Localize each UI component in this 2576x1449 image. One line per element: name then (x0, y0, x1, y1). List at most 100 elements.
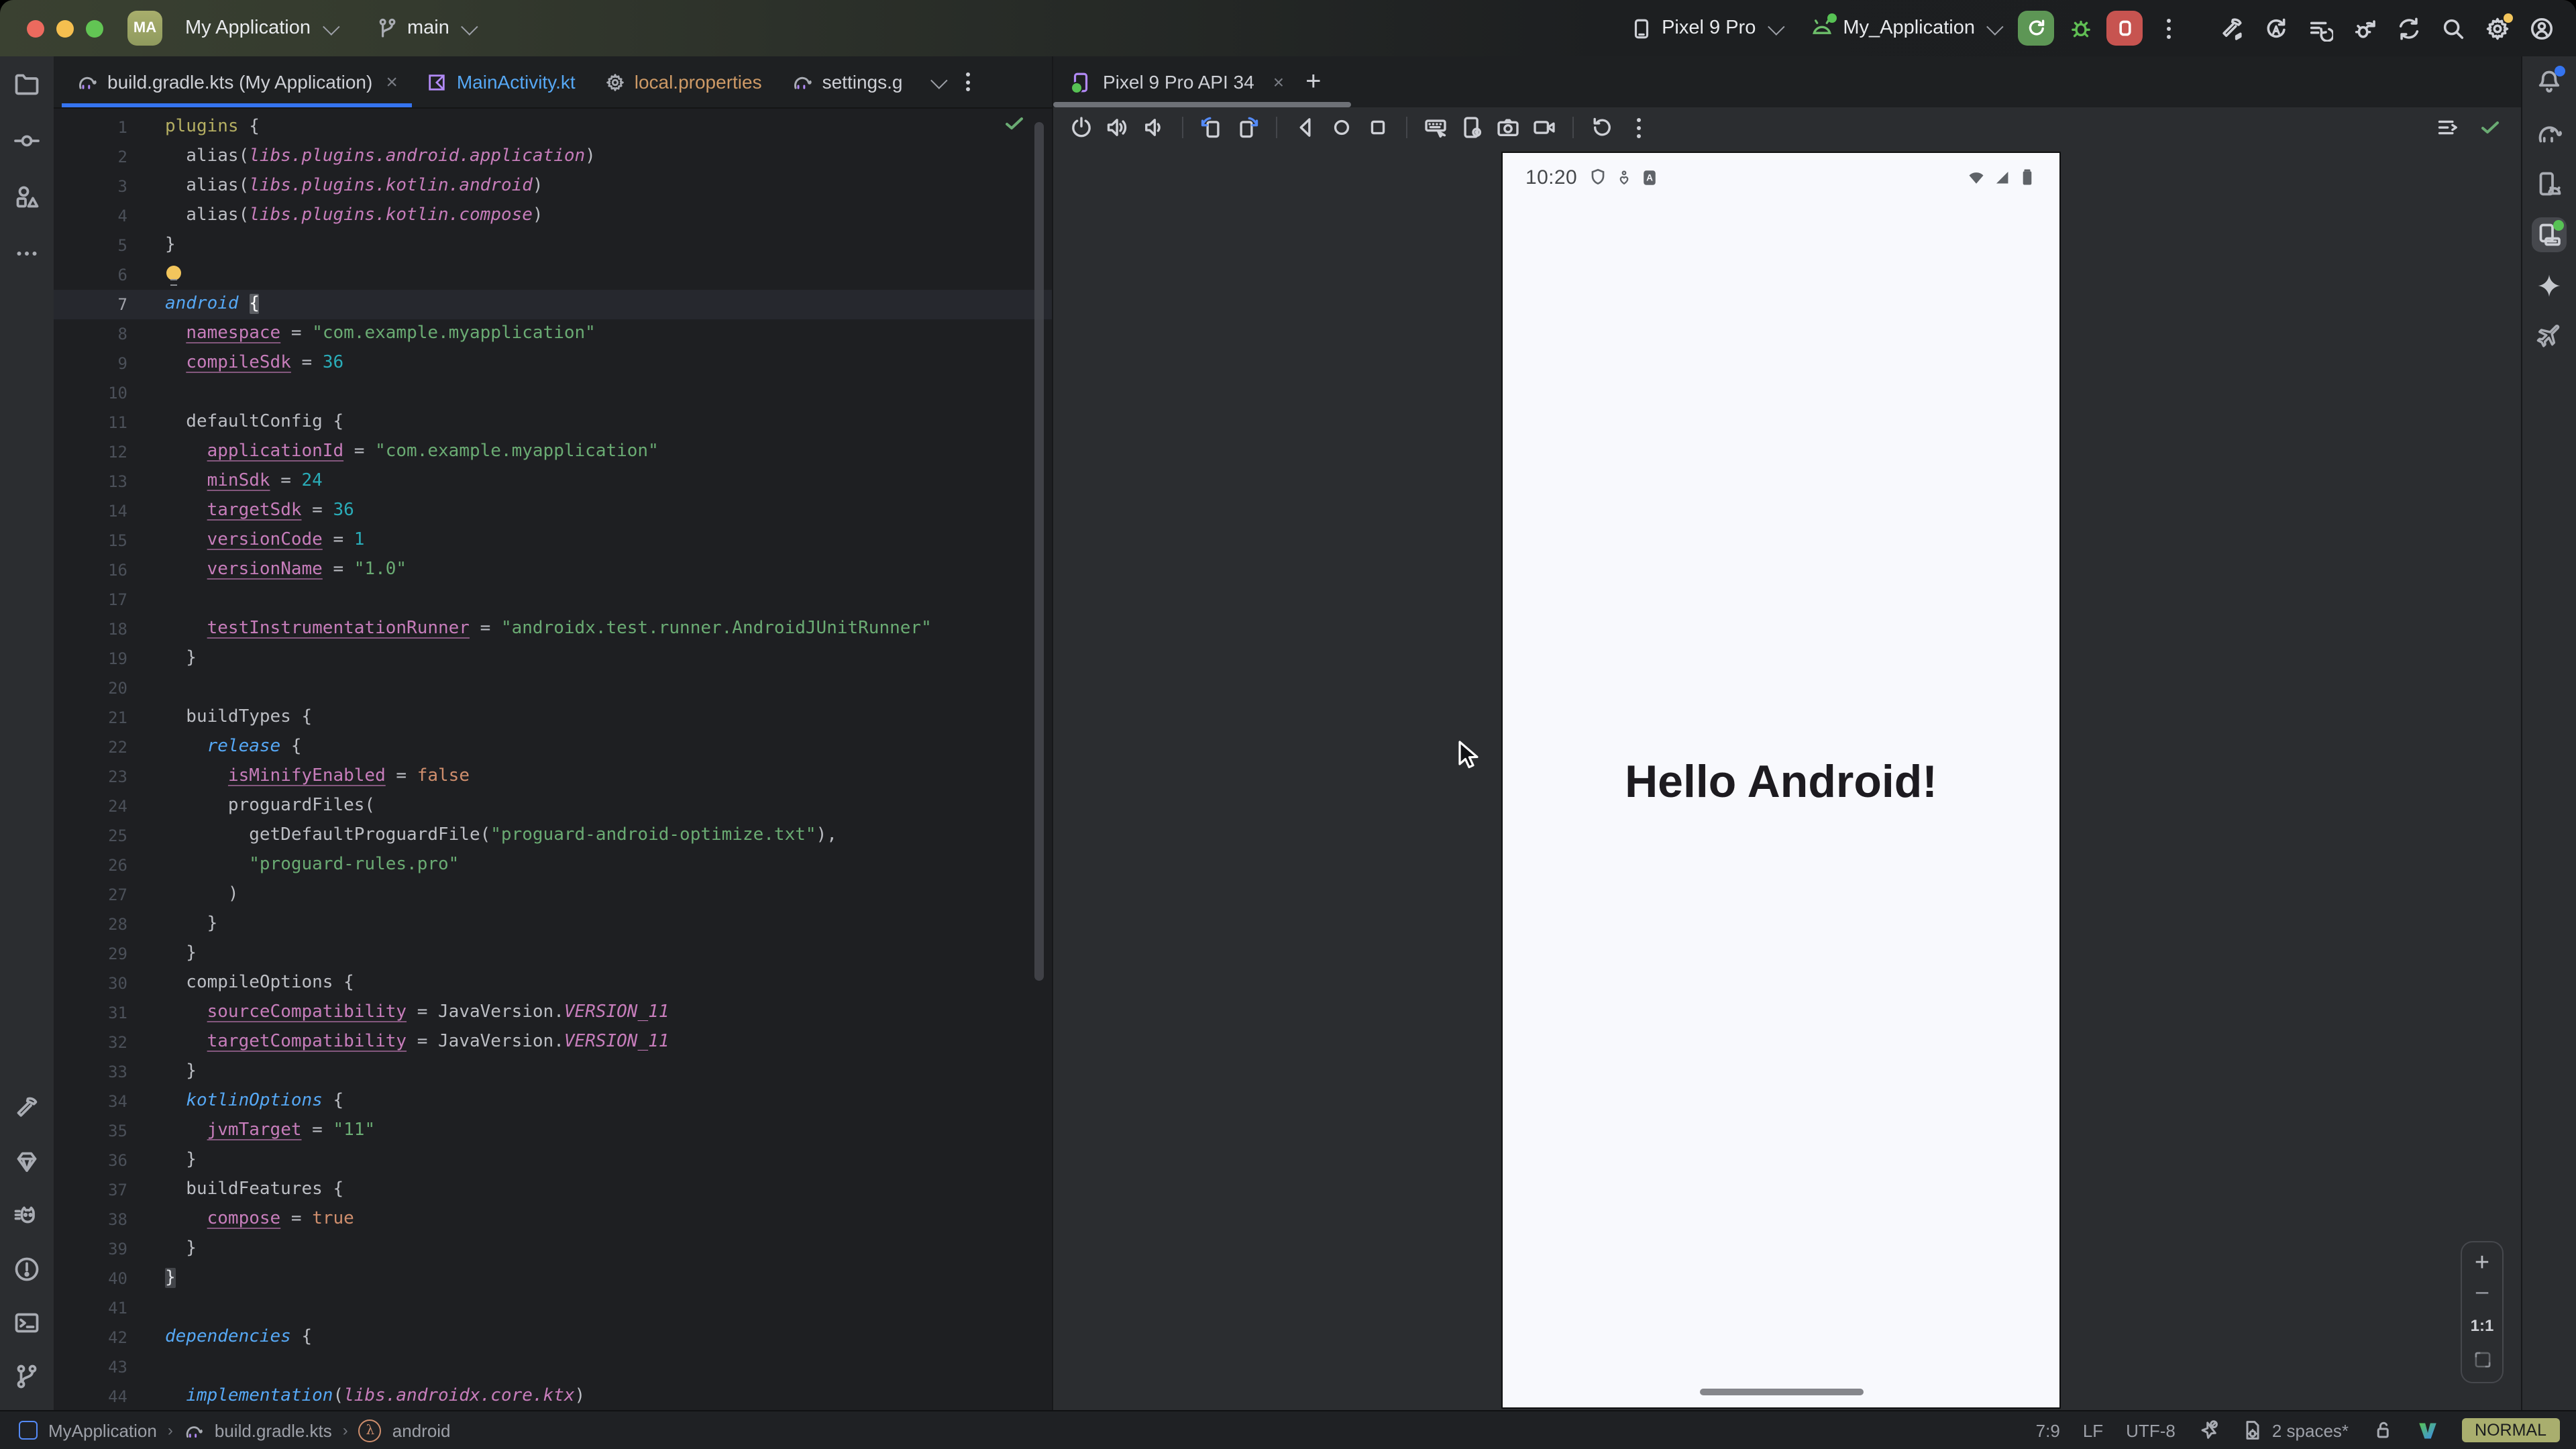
caret-position-widget[interactable]: 7:9 (2036, 1420, 2060, 1440)
close-tab-icon[interactable]: × (386, 70, 398, 93)
commit-tool-button[interactable] (9, 123, 44, 158)
gradle-tool-button[interactable] (2532, 115, 2567, 150)
debug-button[interactable] (2062, 11, 2098, 46)
tab-local-properties[interactable]: local.properties (590, 56, 777, 107)
build-tool-button[interactable] (9, 1091, 44, 1126)
code-line[interactable]: 8 namespace = "com.example.myapplication… (54, 319, 1052, 349)
reset-icon[interactable] (1590, 115, 1614, 140)
code-line[interactable]: 19 } (54, 644, 1052, 674)
code-line[interactable]: 18 testInstrumentationRunner = "androidx… (54, 614, 1052, 644)
indent-widget[interactable]: 2 spaces* (2243, 1419, 2349, 1441)
add-device-tab-button[interactable]: + (1305, 66, 1321, 97)
breadcrumb-project[interactable]: MyApplication (48, 1420, 157, 1440)
app-quality-insights-tool-button[interactable] (9, 1144, 44, 1179)
profiler-button[interactable] (2347, 11, 2383, 46)
rerun-button[interactable] (2018, 11, 2054, 46)
ui-check-icon[interactable] (2436, 115, 2461, 140)
code-line[interactable]: 7android { (54, 290, 1052, 319)
code-line[interactable]: 17 (54, 585, 1052, 614)
device-more-kebab-icon[interactable] (1626, 117, 1650, 138)
notifications-tool-button[interactable] (2532, 64, 2567, 99)
code-line[interactable]: 29 } (54, 939, 1052, 969)
tab-options-kebab-icon[interactable] (956, 72, 980, 91)
code-line[interactable]: 5} (54, 231, 1052, 260)
breadcrumb-file[interactable]: build.gradle.kts (215, 1420, 332, 1440)
stop-button[interactable] (2106, 11, 2143, 46)
apply-changes-button[interactable] (2258, 11, 2294, 46)
screenshot-camera-icon[interactable] (1496, 115, 1520, 140)
device-selector[interactable]: Pixel 9 Pro (1619, 8, 1790, 48)
code-line[interactable]: 12 applicationId = "com.example.myapplic… (54, 437, 1052, 467)
device-settings-icon[interactable] (1460, 115, 1484, 140)
code-line[interactable]: 21 buildTypes { (54, 703, 1052, 733)
code-line[interactable]: 28 } (54, 910, 1052, 939)
code-line[interactable]: 27 ) (54, 880, 1052, 910)
logcat-tool-button[interactable] (9, 1198, 44, 1233)
account-button[interactable] (2524, 11, 2560, 46)
line-ending-widget[interactable]: LF (2083, 1420, 2103, 1440)
assistant-tool-button[interactable] (2532, 319, 2567, 354)
virtual-keyboard-icon[interactable] (1424, 115, 1448, 140)
code-line[interactable]: 34 kotlinOptions { (54, 1087, 1052, 1116)
more-tool-windows-button[interactable] (9, 236, 44, 271)
code-line[interactable]: 33 } (54, 1057, 1052, 1087)
code-line[interactable]: 35 jvmTarget = "11" (54, 1116, 1052, 1146)
more-run-options-button[interactable] (2151, 11, 2187, 46)
code-line[interactable]: 42dependencies { (54, 1323, 1052, 1352)
code-line[interactable]: 26 "proguard-rules.pro" (54, 851, 1052, 880)
intention-bulb-icon[interactable] (166, 266, 181, 280)
code-line[interactable]: 36 } (54, 1146, 1052, 1175)
sync-project-button[interactable] (2391, 11, 2427, 46)
problems-tool-button[interactable] (9, 1252, 44, 1287)
code-line[interactable]: 11 defaultConfig { (54, 408, 1052, 437)
code-line[interactable]: 37 buildFeatures { (54, 1175, 1052, 1205)
code-line[interactable]: 32 targetCompatibility = JavaVersion.VER… (54, 1028, 1052, 1057)
branch-selector[interactable]: main (364, 8, 484, 48)
vim-icon[interactable] (2416, 1419, 2438, 1442)
tab-mainactivity[interactable]: MainActivity.kt (413, 56, 590, 107)
unlock-icon[interactable] (2371, 1419, 2393, 1441)
code-line[interactable]: 22 release { (54, 733, 1052, 762)
encoding-widget[interactable]: UTF-8 (2126, 1420, 2176, 1440)
apply-code-changes-button[interactable] (2302, 11, 2339, 46)
code-line[interactable]: 15 versionCode = 1 (54, 526, 1052, 555)
zoom-out-button[interactable]: − (2475, 1288, 2489, 1301)
code-line[interactable]: 14 targetSdk = 36 (54, 496, 1052, 526)
code-line[interactable]: 20 (54, 674, 1052, 703)
code-line[interactable]: 24 proguardFiles( (54, 792, 1052, 821)
resource-manager-tool-button[interactable] (9, 180, 44, 215)
power-icon[interactable] (1069, 115, 1093, 140)
volume-up-icon[interactable] (1106, 115, 1130, 140)
terminal-tool-button[interactable] (9, 1305, 44, 1340)
code-line[interactable]: 9 compileSdk = 36 (54, 349, 1052, 378)
hidden-tabs-chevron-icon[interactable] (930, 71, 947, 88)
code-line[interactable]: 44 implementation(libs.androidx.core.ktx… (54, 1382, 1052, 1410)
close-device-tab-icon[interactable]: × (1273, 71, 1284, 93)
code-line[interactable]: 30 compileOptions { (54, 969, 1052, 998)
code-line[interactable]: 39 } (54, 1234, 1052, 1264)
device-screen[interactable]: 10:20 A Hello Android! (1501, 152, 2061, 1409)
code-line[interactable]: 25 getDefaultProguardFile("proguard-andr… (54, 821, 1052, 851)
code-line[interactable]: 1plugins { (54, 113, 1052, 142)
code-line[interactable]: 16 versionName = "1.0" (54, 555, 1052, 585)
code-line[interactable]: 40} (54, 1264, 1052, 1293)
run-config-selector[interactable]: My_Application (1799, 8, 2010, 48)
screen-record-icon[interactable] (1532, 115, 1556, 140)
zoom-window-button[interactable] (86, 19, 103, 37)
code-line[interactable]: 4 alias(libs.plugins.kotlin.compose) (54, 201, 1052, 231)
device-manager-tool-button[interactable] (2532, 166, 2567, 201)
code-line[interactable]: 3 alias(libs.plugins.kotlin.android) (54, 172, 1052, 201)
device-tab[interactable]: Pixel 9 Pro API 34 × (1069, 70, 1284, 93)
inspections-ok-widget[interactable] (1004, 113, 1025, 145)
navigation-pill[interactable] (1699, 1389, 1863, 1395)
code-line[interactable]: 23 isMinifyEnabled = false (54, 762, 1052, 792)
code-line[interactable]: 43 (54, 1352, 1052, 1382)
volume-down-icon[interactable] (1142, 115, 1166, 140)
code-line[interactable]: 13 minSdk = 24 (54, 467, 1052, 496)
overview-icon[interactable] (1366, 115, 1390, 140)
vim-mode-badge[interactable]: NORMAL (2461, 1418, 2560, 1442)
code-line[interactable]: 41 (54, 1293, 1052, 1323)
breadcrumb-element[interactable]: android (392, 1420, 451, 1440)
rotate-left-icon[interactable] (1199, 115, 1224, 140)
code-line[interactable]: 2 alias(libs.plugins.android.application… (54, 142, 1052, 172)
